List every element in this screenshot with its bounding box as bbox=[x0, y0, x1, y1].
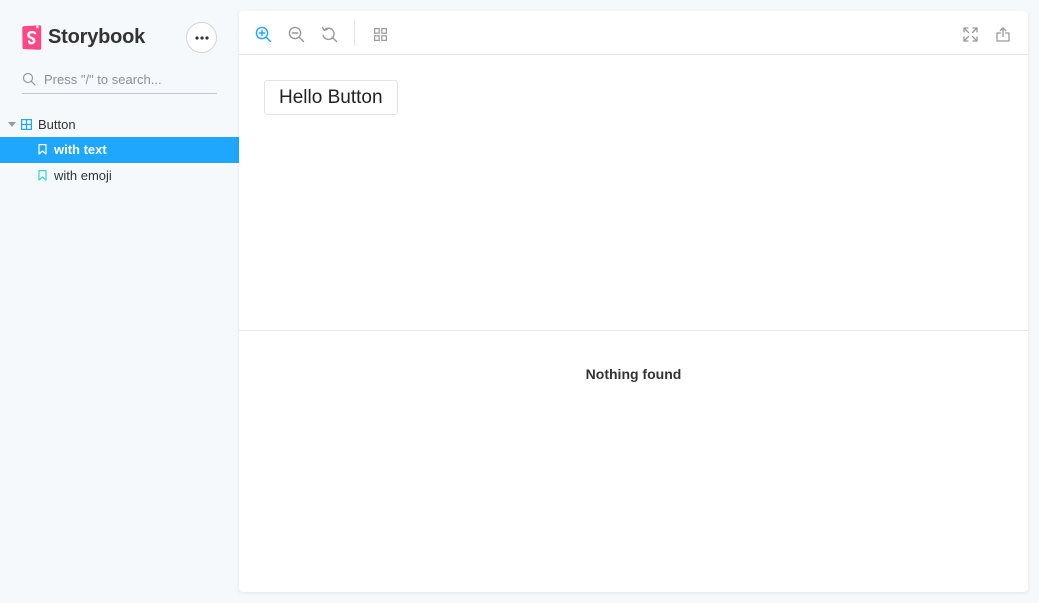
addons-panel: Nothing found bbox=[239, 330, 1028, 592]
share-button[interactable] bbox=[991, 23, 1015, 45]
tree-item-label: with emoji bbox=[54, 168, 112, 183]
sidebar-menu-button[interactable] bbox=[186, 22, 217, 53]
bookmark-icon bbox=[38, 170, 47, 181]
toolbar bbox=[239, 11, 1028, 55]
main-panel: Hello Button Nothing found bbox=[239, 11, 1028, 592]
sidebar: Storybook Press "/" to search... Button … bbox=[0, 0, 239, 603]
zoom-out-icon bbox=[288, 26, 304, 42]
storybook-logo-icon bbox=[22, 24, 42, 50]
caret-down-icon bbox=[8, 122, 16, 127]
tree-item-with-emoji[interactable]: with emoji bbox=[0, 163, 239, 189]
zoom-out-button[interactable] bbox=[284, 23, 308, 45]
search-input[interactable] bbox=[44, 69, 214, 89]
component-icon bbox=[21, 119, 32, 130]
search-icon bbox=[22, 72, 36, 86]
tree-group-button[interactable]: Button bbox=[0, 113, 239, 137]
story-preview: Hello Button bbox=[239, 55, 1028, 330]
zoom-in-button[interactable] bbox=[251, 23, 275, 45]
reset-zoom-button[interactable] bbox=[317, 23, 341, 45]
bookmark-icon bbox=[38, 144, 47, 155]
brand[interactable]: Storybook bbox=[22, 24, 145, 50]
tree-group-label: Button bbox=[38, 117, 76, 132]
storybook-app: Storybook Press "/" to search... Button … bbox=[0, 0, 1039, 603]
ellipsis-icon bbox=[194, 35, 209, 40]
brand-name: Storybook bbox=[48, 26, 146, 48]
fullscreen-button[interactable] bbox=[958, 23, 982, 45]
empty-message: Nothing found bbox=[585, 366, 682, 382]
grid-icon bbox=[373, 27, 387, 41]
zoom-in-icon bbox=[255, 26, 271, 42]
hello-button[interactable]: Hello Button bbox=[264, 80, 398, 115]
search-box bbox=[22, 66, 217, 94]
story-tree: Button with text with emoji bbox=[0, 113, 239, 189]
share-icon bbox=[996, 26, 1010, 42]
tree-item-label: with text bbox=[54, 142, 107, 157]
reset-zoom-icon bbox=[321, 26, 337, 42]
grid-toggle-button[interactable] bbox=[368, 23, 392, 45]
fullscreen-icon bbox=[962, 26, 978, 42]
tree-item-with-text[interactable]: with text bbox=[0, 137, 239, 163]
toolbar-separator bbox=[354, 20, 355, 46]
